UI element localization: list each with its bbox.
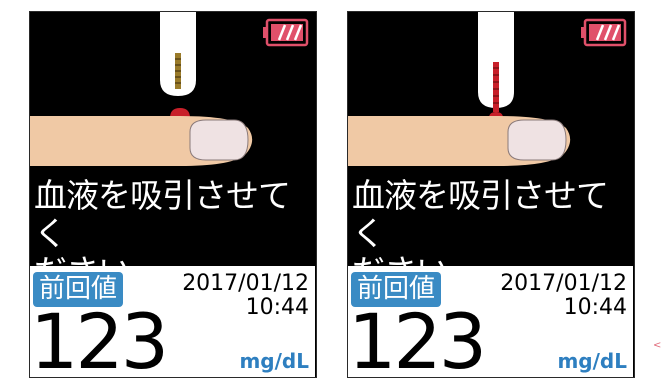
meter-screen-1: 血液を吸引させてく ださい 前回値 2017/01/12 10:44 123 m… xyxy=(29,11,317,378)
glucose-value: 123 xyxy=(348,297,487,378)
battery-icon xyxy=(581,18,627,47)
glucose-unit: mg/dL xyxy=(239,349,309,373)
glucose-value: 123 xyxy=(30,297,169,378)
fingernail xyxy=(189,119,249,161)
glucose-unit: mg/dL xyxy=(557,349,627,373)
last-reading-panel: 前回値 2017/01/12 10:44 123 mg/dL xyxy=(30,266,315,377)
battery-icon xyxy=(263,18,309,47)
meter-screen-2: 血液を吸引させてく ださい 前回値 2017/01/12 10:44 123 m… xyxy=(347,11,635,378)
fingernail xyxy=(507,119,567,161)
last-reading-panel: 前回値 2017/01/12 10:44 123 mg/dL xyxy=(348,266,633,377)
reading-time: 10:44 xyxy=(563,295,627,320)
reading-date: 2017/01/12 xyxy=(500,271,627,296)
sampling-illustration: 血液を吸引させてく ださい xyxy=(348,12,633,291)
reading-time: 10:44 xyxy=(245,295,309,320)
reading-date: 2017/01/12 xyxy=(182,271,309,296)
sampling-illustration: 血液を吸引させてく ださい xyxy=(30,12,315,291)
edge-mark: < xyxy=(653,340,662,351)
strip-channel-filled xyxy=(493,62,499,112)
